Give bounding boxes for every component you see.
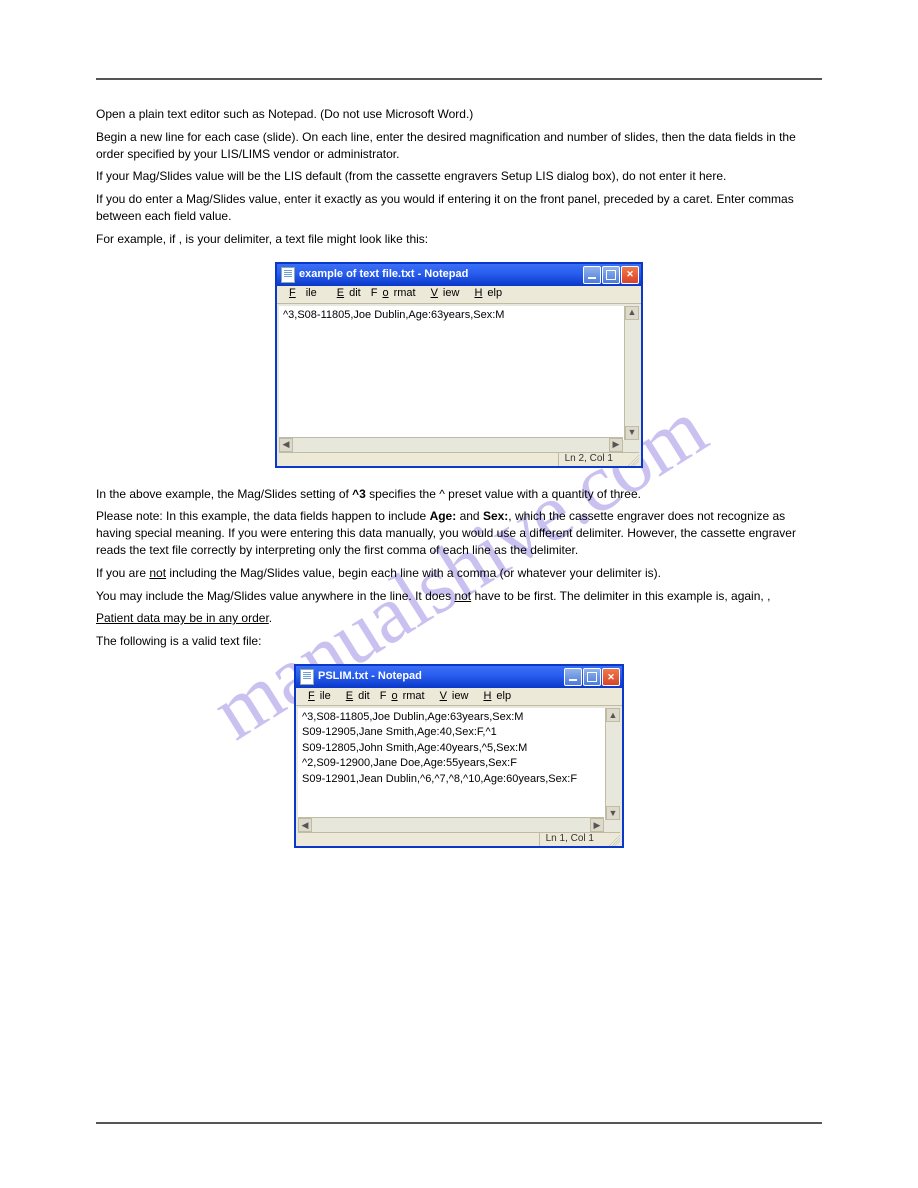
resize-grip-icon[interactable] [625, 452, 639, 466]
maximize-button[interactable] [602, 266, 620, 284]
para-9: You may include the Mag/Slides value any… [96, 588, 822, 605]
menu-help[interactable]: Help [473, 689, 516, 704]
para-9-not: not [454, 589, 471, 603]
resize-grip-icon[interactable] [606, 832, 620, 846]
notepad2-textarea[interactable]: ^3,S08-11805,Joe Dublin,Age:63years,Sex:… [298, 708, 620, 820]
para-10: Patient data may be in any order. [96, 610, 822, 627]
notepad2-title: PSLIM.txt - Notepad [318, 669, 422, 684]
para-2: Begin a new line for each case (slide). … [96, 129, 822, 163]
notepad-document-icon [300, 669, 314, 685]
notepad2-cursor-pos: Ln 1, Col 1 [539, 832, 600, 846]
notepad2-titlebar[interactable]: PSLIM.txt - Notepad [296, 666, 622, 688]
page-top-rule [96, 78, 822, 80]
para-9a: You may include the Mag/Slides value any… [96, 589, 454, 603]
close-button[interactable] [602, 668, 620, 686]
para-6b: specifies the ^ preset value with a quan… [366, 487, 641, 501]
menu-help[interactable]: Help [464, 286, 507, 301]
para-5: For example, if , is your delimiter, a t… [96, 231, 822, 248]
notepad2-vertical-scrollbar[interactable] [605, 708, 620, 820]
para-5a: For example, if [96, 232, 179, 246]
maximize-button[interactable] [583, 668, 601, 686]
menu-file[interactable]: File [279, 286, 327, 301]
notepad1-horizontal-scrollbar[interactable] [279, 437, 623, 452]
menu-view[interactable]: View [421, 286, 465, 301]
notepad2-horizontal-scrollbar[interactable] [298, 817, 604, 832]
scroll-down-icon[interactable] [606, 806, 620, 820]
notepad1-titlebar[interactable]: example of text file.txt - Notepad [277, 264, 641, 286]
notepad-window-pslim: PSLIM.txt - Notepad File Edit Format Vie… [294, 664, 624, 848]
page-bottom-rule [96, 1122, 822, 1124]
para-11: The following is a valid text file: [96, 633, 822, 650]
minimize-button[interactable] [564, 668, 582, 686]
para-9-delim: , [767, 589, 770, 603]
notepad1-menubar: File Edit Format View Help [277, 286, 641, 304]
mag-slides-value: ^3 [352, 487, 366, 501]
para-8-not: not [149, 566, 166, 580]
notepad2-window-controls [564, 668, 620, 686]
menu-file[interactable]: File [298, 689, 336, 704]
notepad2-menubar: File Edit Format View Help [296, 688, 622, 706]
para-10-text: Patient data may be in any order [96, 611, 269, 625]
para-7a: Please note: In this example, the data f… [96, 509, 430, 523]
scroll-up-icon[interactable] [625, 306, 639, 320]
notepad1-window-controls [583, 266, 639, 284]
scroll-up-icon[interactable] [606, 708, 620, 722]
para-6: In the above example, the Mag/Slides set… [96, 486, 822, 503]
para-8: If you are not including the Mag/Slides … [96, 565, 822, 582]
menu-edit[interactable]: Edit [327, 286, 366, 301]
para-5b: is your delimiter, a text file might loo… [182, 232, 428, 246]
menu-edit[interactable]: Edit [336, 689, 375, 704]
notepad1-vertical-scrollbar[interactable] [624, 306, 639, 440]
notepad1-cursor-pos: Ln 2, Col 1 [558, 452, 619, 466]
close-button[interactable] [621, 266, 639, 284]
notepad-window-example: example of text file.txt - Notepad File … [275, 262, 643, 468]
para-6a: In the above example, the Mag/Slides set… [96, 487, 352, 501]
para-4: If you do enter a Mag/Slides value, ente… [96, 191, 822, 225]
age-field: Age: [430, 509, 457, 523]
para-7b: and [456, 509, 483, 523]
sex-field: Sex: [483, 509, 508, 523]
notepad1-textarea[interactable]: ^3,S08-11805,Joe Dublin,Age:63years,Sex:… [279, 306, 639, 440]
menu-format[interactable]: Format [366, 286, 421, 301]
para-8a: If you are [96, 566, 149, 580]
para-7: Please note: In this example, the data f… [96, 508, 822, 558]
notepad1-statusbar: Ln 2, Col 1 [279, 452, 639, 466]
scroll-right-icon[interactable] [590, 818, 604, 832]
notepad2-statusbar: Ln 1, Col 1 [298, 832, 620, 846]
para-8b: including the Mag/Slides value, begin ea… [166, 566, 661, 580]
para-9b: have to be first. The delimiter in this … [471, 589, 767, 603]
page-content: Open a plain text editor such as Notepad… [96, 100, 822, 1108]
menu-view[interactable]: View [430, 689, 474, 704]
scroll-right-icon[interactable] [609, 438, 623, 452]
scroll-down-icon[interactable] [625, 426, 639, 440]
scroll-left-icon[interactable] [298, 818, 312, 832]
minimize-button[interactable] [583, 266, 601, 284]
para-1: Open a plain text editor such as Notepad… [96, 106, 822, 123]
notepad-document-icon [281, 267, 295, 283]
menu-format[interactable]: Format [375, 689, 430, 704]
notepad1-title: example of text file.txt - Notepad [299, 267, 468, 282]
scroll-left-icon[interactable] [279, 438, 293, 452]
para-3: If your Mag/Slides value will be the LIS… [96, 168, 822, 185]
